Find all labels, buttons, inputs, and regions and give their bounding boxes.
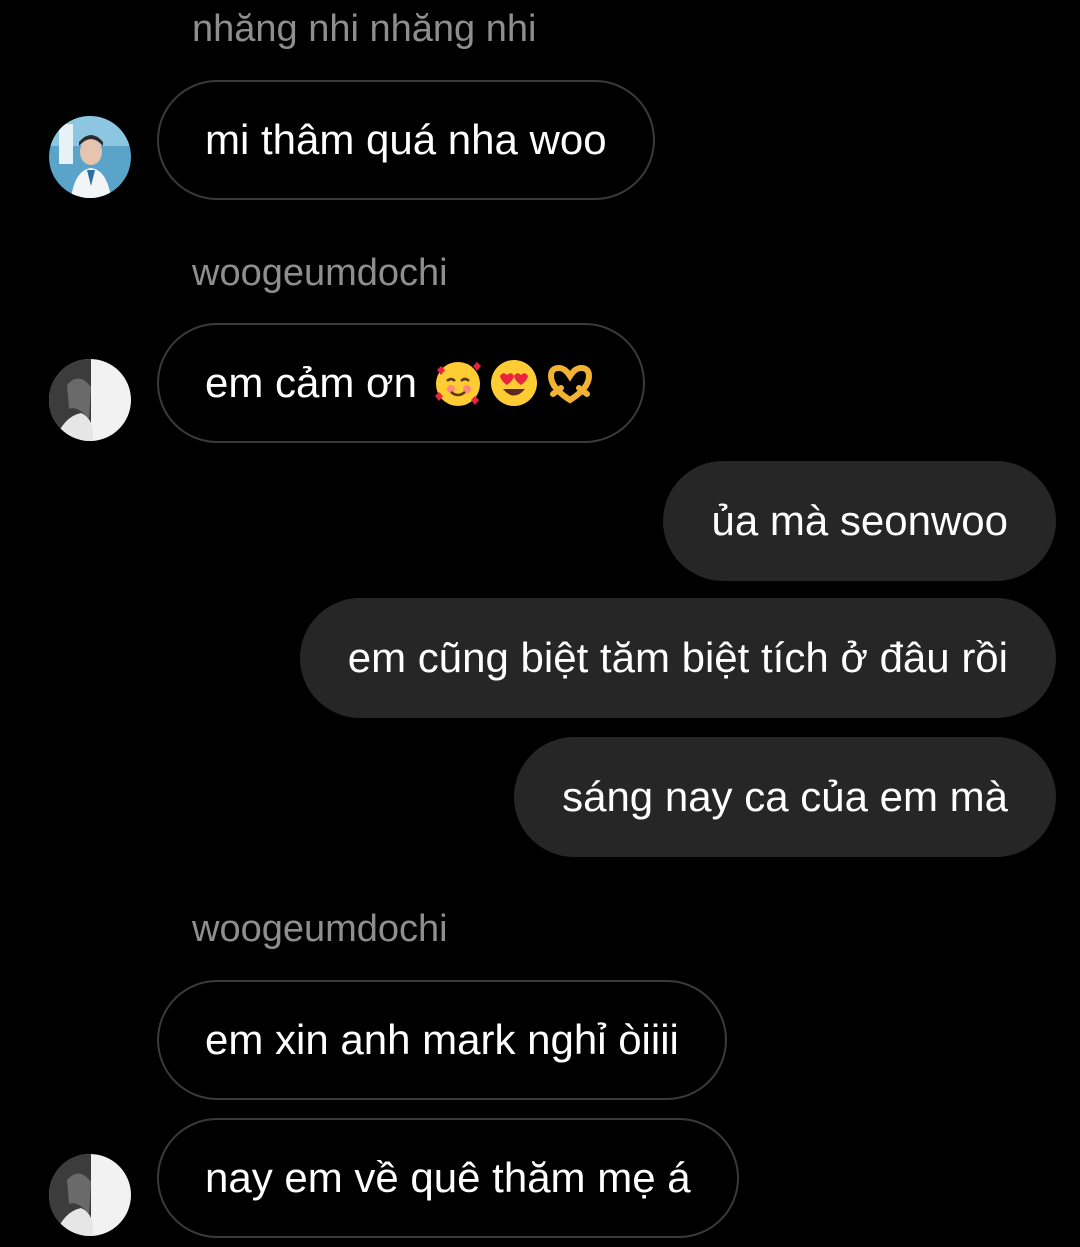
message-text: nay em về quê thăm mẹ á [205,1154,691,1201]
message-bubble[interactable]: nay em về quê thăm mẹ á [157,1118,739,1238]
message-bubble[interactable]: em cũng biệt tăm biệt tích ở đâu rồi [299,598,1056,718]
message-text: mi thâm quá nha woo [205,116,607,163]
sender-name: nhăng nhi nhăng nhi [192,8,537,50]
message-text: ủa mà seonwoo [711,497,1008,544]
smiling-face-with-hearts-emoji [434,362,481,406]
sender-name: woogeumdochi [192,908,448,950]
message-bubble[interactable]: ủa mà seonwoo [663,461,1056,581]
message-text: em cảm ơn [205,359,417,406]
profile-photo-icon [49,116,131,198]
avatar[interactable] [49,359,131,441]
message-bubble[interactable]: sáng nay ca của em mà [514,737,1056,857]
sender-name: woogeumdochi [192,252,448,294]
message-text: sáng nay ca của em mà [562,773,1008,820]
heart-eyes-emoji [490,360,537,406]
message-bubble[interactable]: em cảm ơn [157,323,645,443]
heart-hands-emoji [547,364,592,404]
profile-photo-icon [49,359,131,441]
profile-photo-icon [49,1154,131,1236]
message-text: em xin anh mark nghỉ òiiii [205,1016,679,1063]
message-bubble[interactable]: em xin anh mark nghỉ òiiii [157,980,727,1100]
avatar[interactable] [49,116,131,198]
message-bubble[interactable]: mi thâm quá nha woo [157,80,655,200]
message-text: em cũng biệt tăm biệt tích ở đâu rồi [347,634,1008,681]
avatar[interactable] [49,1154,131,1236]
